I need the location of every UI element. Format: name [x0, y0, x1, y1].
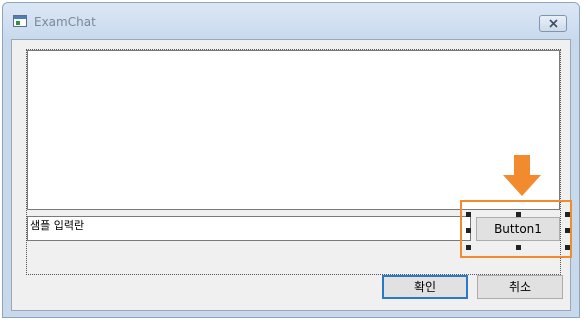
close-icon	[549, 19, 558, 28]
highlight-box	[460, 200, 572, 258]
form-client-area: 샘플 입력란 Button1 확인 취소	[11, 39, 572, 311]
window-icon	[13, 15, 27, 27]
title-bar[interactable]: ExamChat	[3, 3, 579, 43]
cancel-button[interactable]: 취소	[477, 275, 563, 299]
window-title: ExamChat	[34, 15, 96, 29]
sample-input[interactable]: 샘플 입력란	[27, 216, 471, 241]
ok-button[interactable]: 확인	[382, 275, 468, 299]
dialog-window: ExamChat 샘플 입력란 Button1 확인 취소	[2, 2, 580, 318]
close-button[interactable]	[539, 15, 567, 32]
arrow-down-icon	[503, 155, 541, 196]
chat-display[interactable]	[27, 50, 560, 210]
